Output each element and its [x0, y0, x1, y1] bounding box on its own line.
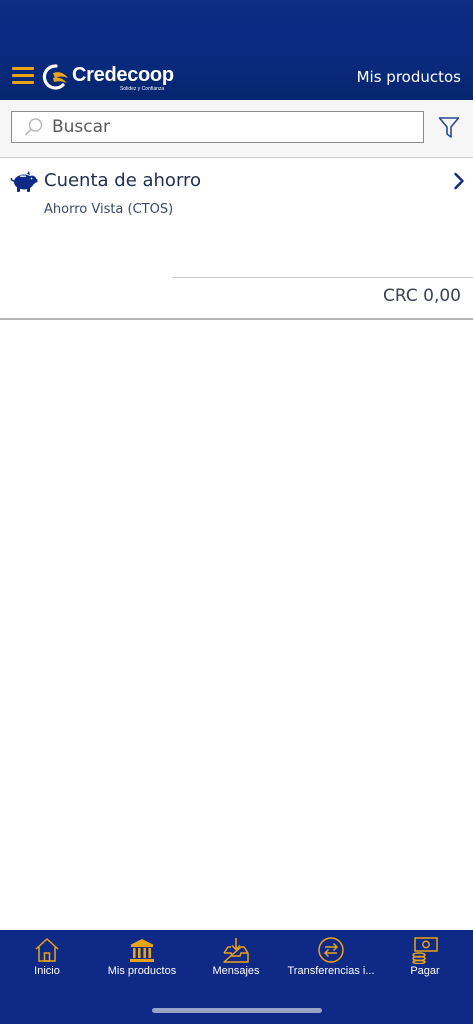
tab-label: Mensajes [212, 965, 260, 977]
product-name: Cuenta de ahorro [44, 170, 202, 191]
tab-label: Transferencias i... [287, 965, 375, 977]
inbox-icon [223, 938, 249, 963]
payment-icon [412, 937, 438, 964]
filter-icon[interactable] [438, 116, 460, 140]
piggy-bank-icon [10, 171, 38, 192]
page-title: Mis productos [356, 68, 461, 86]
tab-mensajes[interactable]: Mensajes [199, 930, 273, 990]
search-box[interactable] [11, 111, 424, 143]
tab-label: Mis productos [107, 965, 177, 977]
tab-label: Pagar [410, 965, 440, 977]
tab-mis-productos[interactable]: Mis productos [97, 930, 187, 990]
product-subtitle: Ahorro Vista (CTOS) [44, 202, 174, 217]
chevron-right-icon[interactable] [453, 172, 465, 190]
home-indicator[interactable] [152, 1008, 322, 1013]
product-balance: CRC 0,00 [383, 286, 461, 306]
brand-tagline: Solidez y Confianza [120, 86, 165, 92]
brand-logo: Credecoop Solidez y Confianza [42, 62, 202, 94]
product-card[interactable]: Cuenta de ahorro Ahorro Vista (CTOS) CRC… [0, 158, 473, 320]
search-input[interactable] [52, 114, 412, 140]
logo-mark-icon [42, 64, 68, 90]
tab-pagar[interactable]: Pagar [392, 930, 458, 990]
brand-name: Credecoop [72, 64, 174, 86]
app-header: Credecoop Solidez y Confianza Mis produc… [0, 0, 473, 100]
search-icon [25, 118, 43, 136]
tab-label: Inicio [34, 965, 60, 977]
transfer-icon [318, 937, 344, 963]
home-icon [35, 938, 59, 962]
tab-transferencias[interactable]: Transferencias i... [283, 930, 379, 990]
card-divider [172, 277, 473, 278]
bank-icon [130, 939, 154, 962]
search-bar [0, 100, 473, 158]
tab-inicio[interactable]: Inicio [10, 930, 84, 990]
menu-icon[interactable] [12, 67, 34, 85]
